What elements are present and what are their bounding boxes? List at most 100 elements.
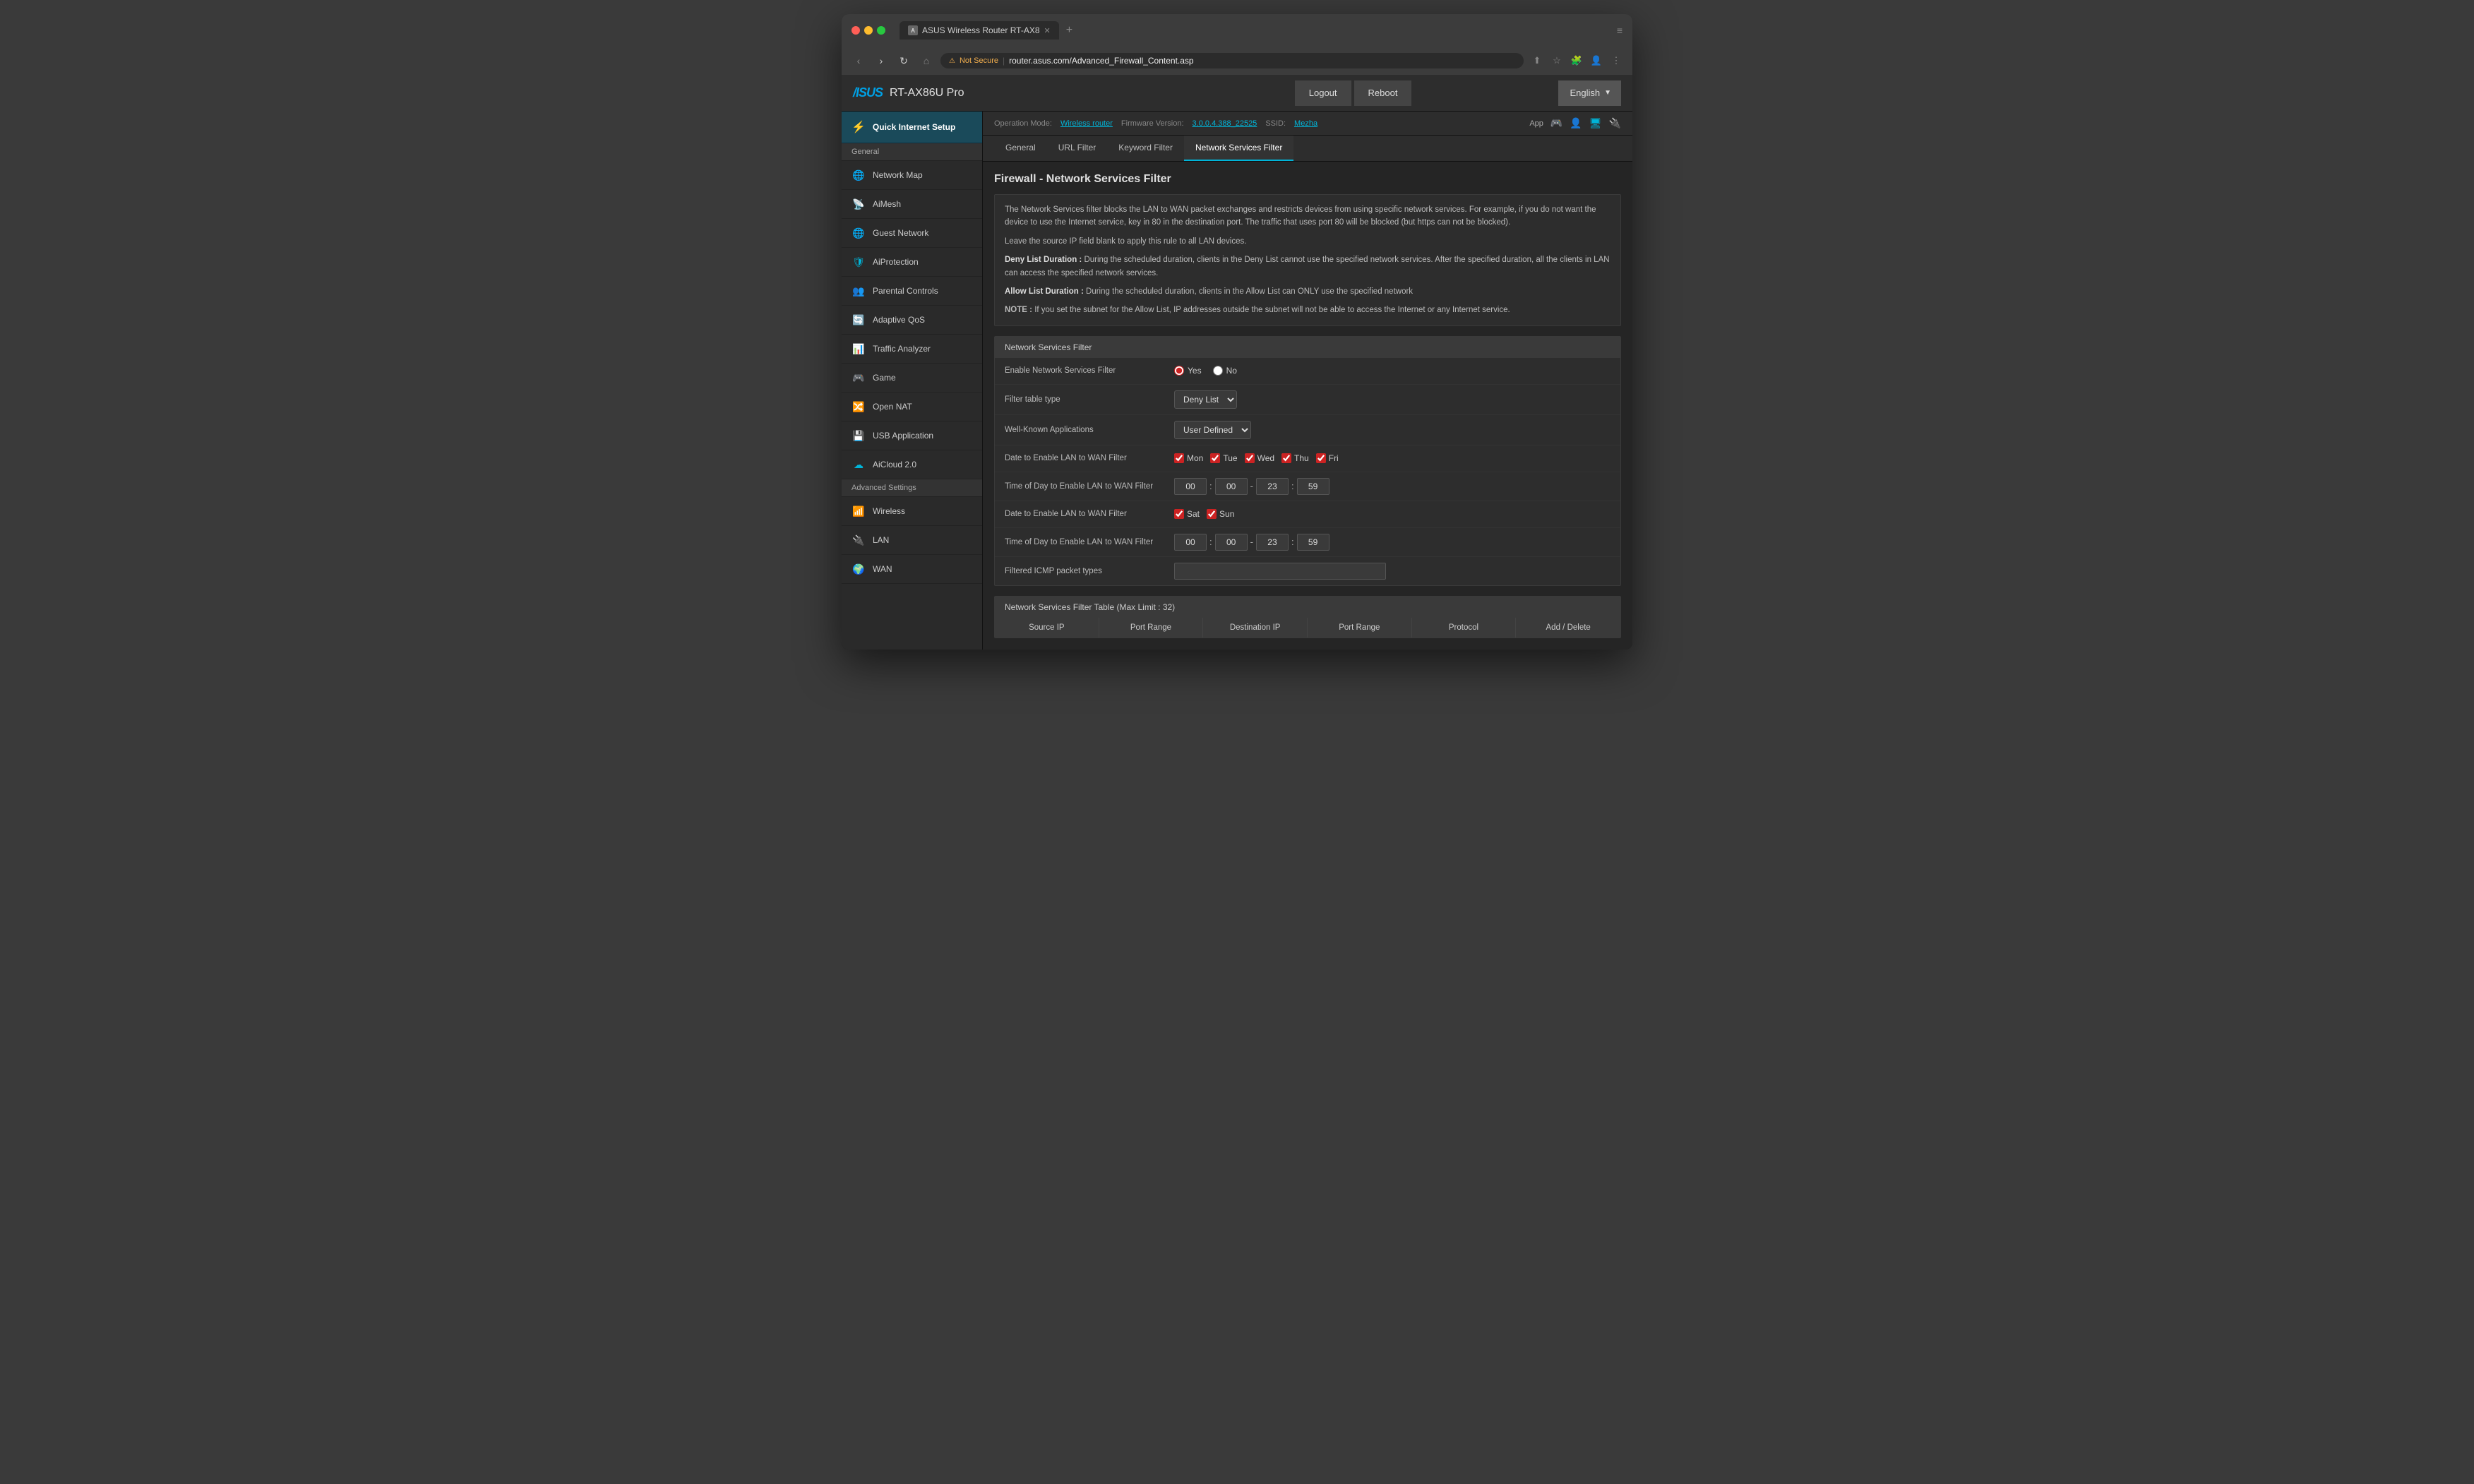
quick-internet-setup[interactable]: ⚡ Quick Internet Setup <box>842 112 982 143</box>
sidebar-item-lan[interactable]: 🔌 LAN <box>842 526 982 555</box>
logout-button[interactable]: Logout <box>1295 80 1351 106</box>
time-weekend-end-hour[interactable] <box>1256 534 1289 551</box>
time-separator-1: : <box>1209 481 1212 491</box>
checkbox-thu-input[interactable] <box>1281 453 1291 463</box>
quick-setup-icon: ⚡ <box>851 120 866 134</box>
checkbox-sun[interactable]: Sun <box>1207 509 1234 519</box>
checkbox-wed-label: Wed <box>1257 453 1274 463</box>
browser-menu-icon[interactable]: ≡ <box>1617 25 1623 36</box>
radio-yes[interactable]: Yes <box>1174 366 1202 376</box>
tab-network-services-filter[interactable]: Network Services Filter <box>1184 136 1293 161</box>
tab-keyword-filter[interactable]: Keyword Filter <box>1107 136 1184 161</box>
checkbox-tue[interactable]: Tue <box>1210 453 1237 463</box>
tab-url-filter[interactable]: URL Filter <box>1047 136 1108 161</box>
time-weekdays-start-hour[interactable] <box>1174 478 1207 495</box>
filter-table-type-select[interactable]: Deny List Allow List <box>1174 390 1237 409</box>
radio-no-input[interactable] <box>1213 366 1223 376</box>
reload-button[interactable]: ↻ <box>895 52 912 69</box>
well-known-apps-select[interactable]: User Defined <box>1174 421 1251 439</box>
icmp-filter-input[interactable] <box>1174 563 1386 580</box>
share-icon[interactable]: ⬆ <box>1529 53 1545 68</box>
sidebar-item-aimesh[interactable]: 📡 AiMesh <box>842 190 982 219</box>
filter-table-type-label: Filter table type <box>1005 395 1174 404</box>
weekend-checkbox-group: Sat Sun <box>1174 509 1234 519</box>
checkbox-sat[interactable]: Sat <box>1174 509 1200 519</box>
sidebar-item-game[interactable]: 🎮 Game <box>842 364 982 393</box>
home-button[interactable]: ⌂ <box>918 52 935 69</box>
ssid-label: SSID: <box>1265 119 1286 128</box>
bookmark-icon[interactable]: ☆ <box>1549 53 1565 68</box>
checkbox-fri[interactable]: Fri <box>1316 453 1339 463</box>
browser-tab[interactable]: A ASUS Wireless Router RT-AX8 ✕ <box>900 21 1059 40</box>
sidebar-item-traffic-analyzer[interactable]: 📊 Traffic Analyzer <box>842 335 982 364</box>
minimize-button[interactable] <box>864 26 873 35</box>
profile-icon[interactable]: 👤 <box>1589 53 1604 68</box>
checkbox-mon-input[interactable] <box>1174 453 1184 463</box>
table-header-row: Source IP Port Range Destination IP Port… <box>995 618 1620 638</box>
checkbox-wed-input[interactable] <box>1245 453 1255 463</box>
tab-close-icon[interactable]: ✕ <box>1044 26 1051 35</box>
time-weekdays-start-min[interactable] <box>1215 478 1248 495</box>
tab-title: ASUS Wireless Router RT-AX8 <box>922 25 1040 35</box>
checkbox-mon-label: Mon <box>1187 453 1203 463</box>
more-icon[interactable]: ⋮ <box>1608 53 1624 68</box>
checkbox-sat-input[interactable] <box>1174 509 1184 519</box>
time-weekend-end-min[interactable] <box>1297 534 1329 551</box>
time-weekdays-end-hour[interactable] <box>1256 478 1289 495</box>
checkbox-mon[interactable]: Mon <box>1174 453 1203 463</box>
allow-list-description: Allow List Duration : During the schedul… <box>1005 285 1611 298</box>
time-dash-1: - <box>1250 481 1253 491</box>
checkbox-tue-input[interactable] <box>1210 453 1220 463</box>
url-text: router.asus.com/Advanced_Firewall_Conten… <box>1009 56 1193 66</box>
sidebar-item-wireless[interactable]: 📶 Wireless <box>842 497 982 526</box>
radio-yes-input[interactable] <box>1174 366 1184 376</box>
sidebar-item-label: Traffic Analyzer <box>873 344 931 354</box>
checkbox-wed[interactable]: Wed <box>1245 453 1274 463</box>
language-value: English <box>1570 88 1600 98</box>
sidebar-item-adaptive-qos[interactable]: 🔄 Adaptive QoS <box>842 306 982 335</box>
address-bar[interactable]: ⚠ Not Secure | router.asus.com/Advanced_… <box>940 53 1524 68</box>
time-weekend-start-hour[interactable] <box>1174 534 1207 551</box>
well-known-apps-row: Well-Known Applications User Defined <box>995 415 1620 445</box>
ssid-value[interactable]: Mezha <box>1294 119 1317 128</box>
time-separator-2: : <box>1291 481 1294 491</box>
sidebar-item-parental-controls[interactable]: 👥 Parental Controls <box>842 277 982 306</box>
checkbox-thu[interactable]: Thu <box>1281 453 1309 463</box>
content-tabs: General URL Filter Keyword Filter Networ… <box>983 136 1632 162</box>
sidebar-item-label: Wireless <box>873 506 905 516</box>
sidebar-item-aiprotection[interactable]: 🛡 AiProtection <box>842 248 982 277</box>
back-button[interactable]: ‹ <box>850 52 867 69</box>
parental-controls-icon: 👥 <box>851 284 866 298</box>
firmware-value[interactable]: 3.0.0.4.388_22525 <box>1193 119 1257 128</box>
reboot-button[interactable]: Reboot <box>1354 80 1412 106</box>
asus-logo-text: /ISUS <box>853 85 883 100</box>
checkbox-fri-input[interactable] <box>1316 453 1326 463</box>
user-status-icon: 👤 <box>1570 117 1582 129</box>
operation-mode-value[interactable]: Wireless router <box>1060 119 1113 128</box>
time-weekend-label: Time of Day to Enable LAN to WAN Filter <box>1005 538 1174 546</box>
forward-button[interactable]: › <box>873 52 890 69</box>
sidebar-item-open-nat[interactable]: 🔀 Open NAT <box>842 393 982 421</box>
sidebar-item-guest-network[interactable]: 🌐 Guest Network <box>842 219 982 248</box>
col-port-range-1: Port Range <box>1099 618 1204 638</box>
new-tab-button[interactable]: + <box>1063 24 1075 37</box>
time-weekdays-end-min[interactable] <box>1297 478 1329 495</box>
tab-general[interactable]: General <box>994 136 1047 161</box>
language-selector[interactable]: English ▼ <box>1558 80 1621 106</box>
checkbox-sun-input[interactable] <box>1207 509 1217 519</box>
weekdays-checkbox-group: Mon Tue Wed <box>1174 453 1339 463</box>
sidebar-item-usb-application[interactable]: 💾 USB Application <box>842 421 982 450</box>
sidebar-item-aicloud[interactable]: ☁ AiCloud 2.0 <box>842 450 982 479</box>
sidebar-item-wan[interactable]: 🌍 WAN <box>842 555 982 584</box>
extensions-icon[interactable]: 🧩 <box>1569 53 1584 68</box>
sidebar-item-network-map[interactable]: 🌐 Network Map <box>842 161 982 190</box>
game-icon: 🎮 <box>851 371 866 385</box>
description-text-2: Leave the source IP field blank to apply… <box>1005 235 1611 248</box>
filter-section-header: Network Services Filter <box>995 337 1620 358</box>
maximize-button[interactable] <box>877 26 885 35</box>
time-weekend-start-min[interactable] <box>1215 534 1248 551</box>
close-button[interactable] <box>851 26 860 35</box>
browser-titlebar: A ASUS Wireless Router RT-AX8 ✕ + ≡ <box>842 14 1632 47</box>
network-map-icon: 🌐 <box>851 168 866 182</box>
radio-no[interactable]: No <box>1213 366 1237 376</box>
